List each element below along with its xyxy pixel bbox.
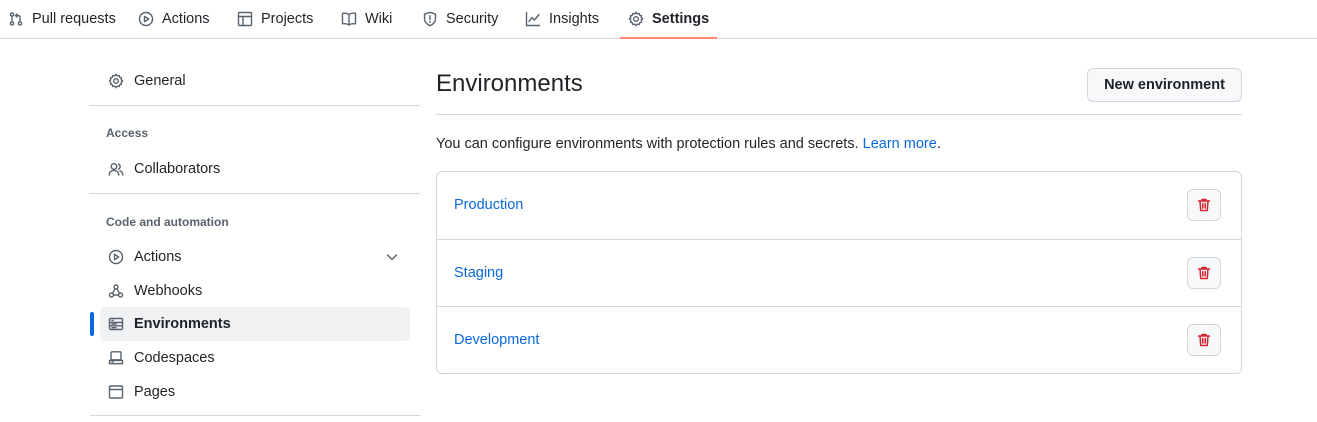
new-environment-button[interactable]: New environment [1087, 68, 1242, 102]
header-divider [436, 114, 1242, 115]
webhook-icon [108, 284, 124, 298]
list-item: Production [437, 172, 1241, 239]
gear-icon [628, 11, 644, 27]
sidebar-item-label: Collaborators [134, 161, 221, 177]
sidebar-item-label: Environments [134, 316, 231, 332]
tab-pull-requests[interactable]: Pull requests [0, 0, 124, 38]
tab-label: Wiki [365, 11, 393, 27]
selected-indicator [90, 312, 94, 336]
sidebar-item-actions[interactable]: Actions [100, 240, 410, 274]
shield-icon [423, 11, 437, 27]
delete-environment-button[interactable] [1187, 324, 1221, 356]
environments-list: Production Staging Development [436, 171, 1242, 374]
sidebar-item-label: Webhooks [134, 283, 203, 299]
sidebar-item-label: Actions [134, 249, 182, 265]
repo-nav: Pull requests Actions Projects Wiki Secu… [0, 0, 1317, 39]
sidebar-item-label: Pages [134, 384, 176, 400]
sidebar-item-pages[interactable]: Pages [100, 375, 410, 409]
tab-label: Insights [549, 11, 599, 27]
tab-projects[interactable]: Projects [229, 0, 321, 38]
environment-link-development[interactable]: Development [454, 332, 539, 348]
list-item: Staging [437, 239, 1241, 306]
pull-request-icon [9, 12, 23, 26]
delete-environment-button[interactable] [1187, 257, 1221, 289]
description-period: . [936, 136, 941, 152]
book-icon [341, 12, 357, 26]
trash-icon [1197, 198, 1211, 212]
sidebar-item-label: Codespaces [134, 350, 215, 366]
tab-settings[interactable]: Settings [620, 0, 718, 39]
delete-environment-button[interactable] [1187, 189, 1221, 221]
trash-icon [1197, 333, 1211, 347]
codespaces-icon [108, 351, 124, 365]
sidebar-item-collaborators[interactable]: Collaborators [100, 152, 410, 186]
tab-label: Settings [652, 11, 710, 27]
gear-icon [108, 73, 124, 89]
tab-label: Actions [162, 11, 210, 27]
play-icon [138, 11, 154, 27]
tab-label: Pull requests [32, 11, 116, 27]
description-text: You can configure environments with prot… [436, 136, 863, 152]
chevron-down-icon[interactable] [384, 249, 400, 265]
environment-link-staging[interactable]: Staging [454, 265, 503, 281]
sidebar-divider [90, 193, 420, 194]
server-icon [108, 317, 124, 331]
environment-link-production[interactable]: Production [454, 197, 523, 213]
play-icon [108, 249, 124, 265]
sidebar-divider [90, 105, 420, 106]
tab-security[interactable]: Security [414, 0, 506, 38]
sidebar-item-environments[interactable]: Environments [100, 307, 410, 341]
sidebar-item-codespaces[interactable]: Codespaces [100, 341, 410, 375]
sidebar-item-label: General [134, 73, 186, 89]
list-item: Development [437, 306, 1241, 373]
learn-more-link[interactable]: Learn more [863, 136, 937, 152]
trash-icon [1197, 266, 1211, 280]
people-icon [108, 163, 124, 176]
browser-icon [108, 385, 124, 399]
graph-icon [525, 11, 541, 27]
tab-actions[interactable]: Actions [130, 0, 218, 38]
tab-label: Security [446, 11, 499, 27]
sidebar-item-general[interactable]: General [100, 64, 410, 98]
sidebar-heading-access: Access [106, 126, 149, 140]
sidebar-item-webhooks[interactable]: Webhooks [100, 274, 410, 308]
tab-insights[interactable]: Insights [517, 0, 607, 38]
page-title: Environments [436, 70, 583, 97]
table-icon [237, 11, 253, 27]
sidebar-divider [90, 415, 420, 416]
sidebar-heading-code-automation: Code and automation [106, 215, 229, 229]
page-description: You can configure environments with prot… [436, 136, 941, 152]
tab-label: Projects [261, 11, 314, 27]
tab-wiki[interactable]: Wiki [333, 0, 400, 38]
